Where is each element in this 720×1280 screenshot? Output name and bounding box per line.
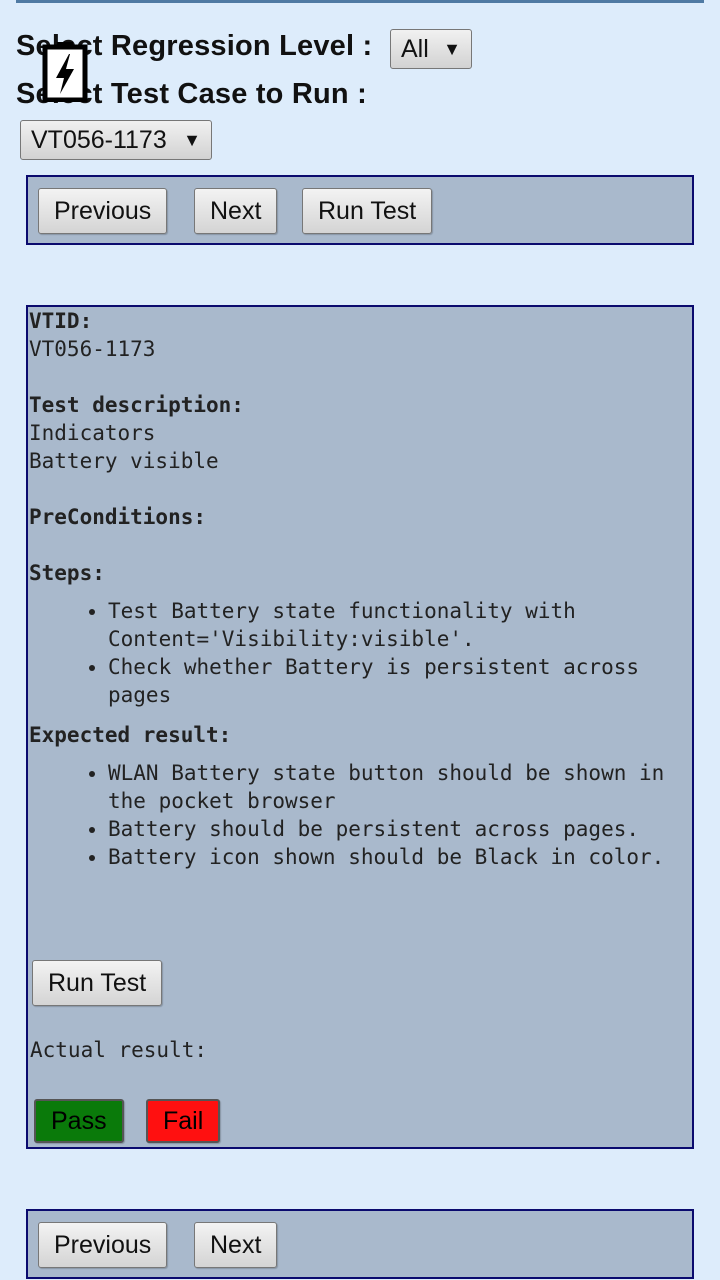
testcase-value: VT056-1173 <box>31 125 167 154</box>
fail-button[interactable]: Fail <box>146 1099 221 1143</box>
next-button[interactable]: Next <box>194 1222 278 1268</box>
top-nav-panel: Previous Next Run Test <box>26 175 694 245</box>
steps-list: Test Battery state functionality with Co… <box>29 597 695 709</box>
description-line: Battery visible <box>29 449 219 473</box>
description-label: Test description: <box>29 393 244 417</box>
list-item: Test Battery state functionality with Co… <box>108 597 695 653</box>
testcase-select[interactable]: VT056-1173 ▼ <box>20 120 212 160</box>
description-line: Indicators <box>29 421 156 445</box>
actual-result-label: Actual result: <box>30 1038 208 1062</box>
chevron-down-icon: ▼ <box>443 38 461 59</box>
steps-label: Steps: <box>29 561 105 585</box>
regression-level-select[interactable]: All ▼ <box>390 29 472 69</box>
test-details-panel: VTID: VT056-1173 Test description: Indic… <box>26 305 694 1149</box>
regression-level-value: All <box>401 34 429 63</box>
top-divider <box>16 0 704 3</box>
preconditions-label: PreConditions: <box>29 505 207 529</box>
next-button[interactable]: Next <box>194 188 278 234</box>
expected-result-label: Expected result: <box>29 723 232 747</box>
list-item: Battery should be persistent across page… <box>108 815 695 843</box>
vtid-value: VT056-1173 <box>29 337 156 361</box>
list-item: Battery icon shown should be Black in co… <box>108 843 695 871</box>
pass-button[interactable]: Pass <box>34 1099 124 1143</box>
bottom-nav-panel: Previous Next <box>26 1209 694 1279</box>
chevron-down-icon: ▼ <box>183 129 201 150</box>
run-test-button[interactable]: Run Test <box>32 960 163 1006</box>
regression-level-label: Select Regression Level : <box>16 30 373 62</box>
vtid-label: VTID: <box>29 309 93 333</box>
previous-button[interactable]: Previous <box>38 188 168 234</box>
previous-button[interactable]: Previous <box>38 1222 168 1268</box>
list-item: WLAN Battery state button should be show… <box>108 759 695 815</box>
list-item: Check whether Battery is persistent acro… <box>108 653 695 709</box>
expected-result-list: WLAN Battery state button should be show… <box>29 759 695 871</box>
testcase-label: Select Test Case to Run : <box>16 78 367 110</box>
run-test-button[interactable]: Run Test <box>302 188 433 234</box>
